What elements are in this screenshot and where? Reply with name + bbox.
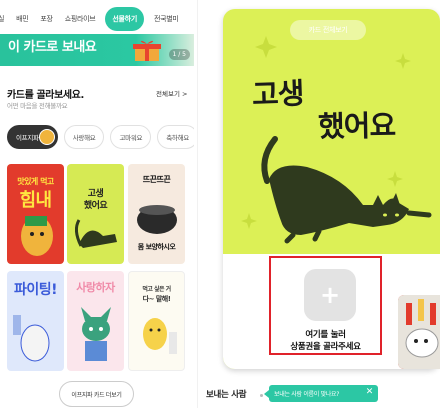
highlight-box[interactable]	[269, 256, 382, 355]
left-panel: 실 배민 포장 쇼핑라이브 선물하기 전국별미 이 카드로 보내요 1 / 5 …	[0, 0, 194, 408]
character-illustration	[13, 315, 50, 362]
nav-item-gift[interactable]: 선물하기	[105, 7, 144, 31]
gift-box-icon	[133, 40, 161, 61]
card-text: 몸 보양하시오	[137, 243, 176, 251]
sender-name-tooltip: 보내는 사람 이름이 맞나요? ✕	[269, 385, 378, 402]
card-thumbnail[interactable]: 파이팅!	[7, 271, 64, 371]
nav-item-0[interactable]: 실	[0, 14, 6, 24]
next-card-peek[interactable]	[398, 295, 440, 369]
promo-banner[interactable]: 이 카드로 보내요 1 / 5	[0, 34, 194, 66]
view-all-link[interactable]: 전체보기 >	[156, 88, 187, 98]
nav-item-local-specialty[interactable]: 전국별미	[152, 14, 181, 24]
card-thumbnail[interactable]: 먹고 싶은 거 다~ 말해!	[128, 271, 185, 371]
chip-love[interactable]: 사랑해요	[63, 125, 105, 149]
nav-item-shopping-live[interactable]: 쇼핑라이브	[63, 14, 98, 24]
character-illustration	[143, 318, 177, 354]
card-thumbnail[interactable]: 사랑하자	[67, 271, 124, 371]
card-category-chips: 이프지파 사랑해요 고마워요 축하해요 힘	[7, 125, 194, 149]
card-thumbnail[interactable]: 뜨끈뜨끈 몸 보양하시오	[128, 164, 185, 264]
sender-label: 보내는 사람	[206, 390, 247, 400]
section-subtitle: 어떤 마음을 전해볼까요	[7, 102, 68, 110]
cat-illustration	[74, 219, 117, 248]
category-nav: 실 배민 포장 쇼핑라이브 선물하기 전국별미	[0, 4, 194, 34]
close-icon[interactable]: ✕	[366, 387, 374, 397]
more-cards-button[interactable]: 이프지파 카드 더보기	[59, 381, 134, 407]
chip-congrats[interactable]: 축하해요	[157, 125, 194, 149]
card-thumbnail[interactable]: 고생 했어요	[67, 164, 124, 264]
nav-item-pickup[interactable]: 포장	[38, 14, 54, 24]
chip-thanks[interactable]: 고마워요	[110, 125, 152, 149]
card-thumbnail[interactable]: 맛있게 먹고 힘내	[7, 164, 64, 264]
screen: 실 배민 포장 쇼핑라이브 선물하기 전국별미 이 카드로 보내요 1 / 5 …	[0, 0, 440, 408]
character-thumbnail-icon	[38, 129, 55, 145]
required-dot	[260, 394, 263, 397]
chip-ifjipa[interactable]: 이프지파	[7, 125, 58, 149]
banner-pager: 1 / 5	[168, 49, 190, 60]
nav-item-baemin[interactable]: 배민	[14, 14, 30, 24]
chip-label: 이프지파	[16, 134, 39, 142]
character-illustration	[398, 295, 440, 369]
panel-divider	[197, 0, 198, 408]
section-title: 카드를 골라보세요.	[7, 90, 84, 101]
banner-text: 이 카드로 보내요	[8, 40, 97, 55]
character-illustration	[81, 307, 111, 361]
character-illustration	[21, 216, 53, 256]
tooltip-text: 보내는 사람 이름이 맞나요?	[274, 391, 340, 398]
